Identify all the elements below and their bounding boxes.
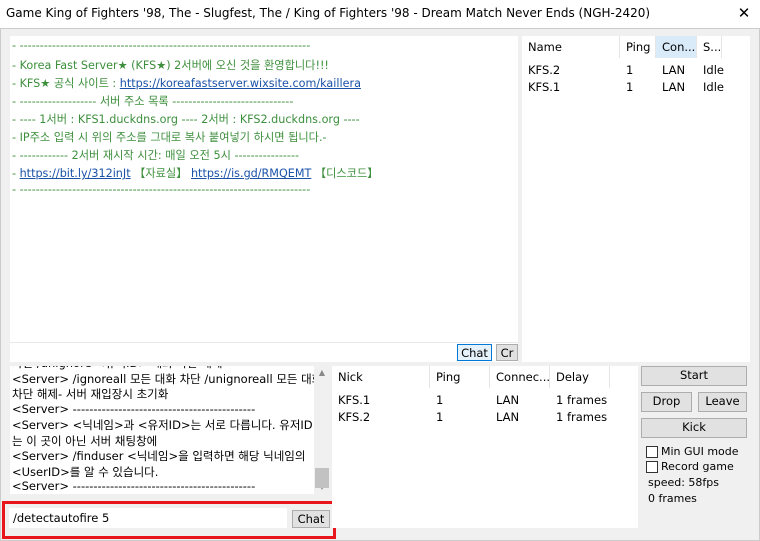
- speed-readout: speed: 58fps: [648, 476, 720, 489]
- server-list[interactable]: Name Ping Con... S... KFS.2 1 LAN Idle KFS.1 1 LAN…: [522, 36, 750, 362]
- frames-readout: 0 frames: [648, 492, 697, 505]
- message-text: - KFS★ 공식 사이트 :: [12, 77, 120, 90]
- record-game-checkbox[interactable]: [646, 461, 658, 473]
- scroll-up-icon[interactable]: ▲: [314, 366, 330, 380]
- server-chat-button[interactable]: Chat: [457, 344, 492, 361]
- message-link[interactable]: https://is.gd/RMQEMT: [191, 167, 311, 180]
- close-icon[interactable]: ✕: [736, 4, 752, 22]
- record-game-label: Record game: [661, 460, 734, 473]
- user-cell: KFS.1: [338, 393, 371, 407]
- message-link[interactable]: https://koreafastserver.wixsite.com/kail…: [120, 77, 361, 90]
- server-cell: 1: [626, 63, 634, 77]
- server-cell: LAN: [662, 80, 686, 94]
- server-message-line: - https://bit.ly/312inJt 【자료실】 https://i…: [12, 165, 378, 181]
- chat-log-line: <Server> -------------------------------…: [12, 401, 256, 416]
- server-column-header[interactable]: Con...: [656, 36, 697, 58]
- min-gui-label: Min GUI mode: [661, 445, 739, 458]
- drop-button[interactable]: Drop: [641, 392, 692, 412]
- server-message-line: - Korea Fast Server★ (KFS★) 2서버에 오신 것을 환…: [12, 57, 329, 73]
- server-message-line: - ------------ 2서버 재시작 시간: 매일 오전 5시 ----…: [12, 147, 299, 163]
- leave-button[interactable]: Leave: [698, 392, 747, 412]
- scrollbar-thumb[interactable]: [315, 468, 329, 488]
- message-text: -: [12, 167, 20, 180]
- server-cell: LAN: [662, 63, 686, 77]
- server-cell: 1: [626, 80, 634, 94]
- chat-log-line: <Server> <닉네임>과 <유저ID>는 서로 다릅니다. 유저ID: [12, 418, 313, 432]
- server-row[interactable]: KFS.1 1 LAN Idle: [522, 80, 750, 97]
- user-column-header[interactable]: Nick: [332, 366, 430, 388]
- message-text: 【디스코드】: [311, 167, 379, 180]
- user-cell: 1: [436, 410, 444, 424]
- message-text: - --------------------------------------…: [12, 183, 311, 196]
- message-link[interactable]: https://bit.ly/312inJt: [20, 167, 131, 180]
- server-column-header[interactable]: Name: [522, 36, 620, 58]
- message-text: - --------------------------------------…: [12, 39, 311, 52]
- user-cell: LAN: [496, 410, 520, 424]
- highlight-box: [2, 501, 336, 539]
- message-text: - ------------------- 서버 주소 목록 ---------…: [12, 95, 294, 108]
- server-message-line: - ------------------- 서버 주소 목록 ---------…: [12, 93, 293, 109]
- server-message-line: - ---- 1서버 : KFS1.duckdns.org ---- 2서버 :…: [12, 111, 360, 127]
- user-cell: LAN: [496, 393, 520, 407]
- server-message-line: - KFS★ 공식 사이트 : https://koreafastserver.…: [12, 75, 361, 91]
- message-text: - Korea Fast Server★ (KFS★) 2서버에 오신 것을 환…: [12, 59, 329, 72]
- window-title: Game King of Fighters '98, The - Slugfes…: [6, 6, 651, 20]
- user-row[interactable]: KFS.2 1 LAN 1 frames: [332, 410, 638, 427]
- server-row[interactable]: KFS.2 1 LAN Idle: [522, 63, 750, 80]
- user-row[interactable]: KFS.1 1 LAN 1 frames: [332, 393, 638, 410]
- server-message-pane: - --------------------------------------…: [10, 36, 518, 342]
- create-game-button[interactable]: Cr: [496, 344, 518, 361]
- user-cell: 1 frames: [556, 393, 608, 407]
- message-text: - IP주소 입력 시 위의 주소를 그대로 복사 붙여넣기 하시면 됩니다.-: [12, 131, 327, 144]
- server-column-header[interactable]: S...: [697, 36, 722, 58]
- user-cell: 1 frames: [556, 410, 608, 424]
- server-message-line: - IP주소 입력 시 위의 주소를 그대로 복사 붙여넣기 하시면 됩니다.-: [12, 129, 327, 145]
- chat-log-line: <UserID>를 알 수 있습니다.: [12, 464, 159, 479]
- chat-log-line: <Server> /ignoreall 모든 대화 차단 /unignoreal…: [12, 371, 323, 386]
- kick-button[interactable]: Kick: [641, 418, 747, 438]
- min-gui-checkbox[interactable]: [646, 446, 658, 458]
- user-column-header[interactable]: Delay: [550, 366, 610, 388]
- server-message-line: - --------------------------------------…: [12, 39, 310, 52]
- server-column-header[interactable]: Ping: [620, 36, 656, 58]
- user-cell: KFS.2: [338, 410, 371, 424]
- server-cell: Idle: [703, 80, 724, 94]
- chat-log: 차단 /unignore <유저ID> 대화 차단 해제<Server> /ig…: [10, 366, 330, 494]
- message-text: 【자료실】: [130, 167, 191, 180]
- chat-log-line: 차단 해제- 서버 재입장시 초기화: [12, 387, 169, 401]
- message-text: - ---- 1서버 : KFS1.duckdns.org ---- 2서버 :…: [12, 113, 360, 126]
- server-cell: KFS.2: [528, 63, 561, 77]
- server-cell: KFS.1: [528, 80, 561, 94]
- start-button[interactable]: Start: [641, 366, 747, 386]
- chat-log-line: <Server> -------------------------------…: [12, 479, 256, 493]
- message-bar: [10, 342, 518, 362]
- server-cell: Idle: [703, 63, 724, 77]
- user-column-header[interactable]: Connec...: [490, 366, 550, 388]
- user-column-header[interactable]: Ping: [430, 366, 490, 388]
- chat-log-line: <Server> /finduser <닉네임>을 입력하면 해당 닉네임의: [12, 449, 306, 463]
- users-list[interactable]: Nick Ping Connec... Delay KFS.1 1 LAN 1 frames K…: [332, 366, 638, 528]
- user-cell: 1: [436, 393, 444, 407]
- message-text: - ------------ 2서버 재시작 시간: 매일 오전 5시 ----…: [12, 149, 300, 162]
- chat-log-line: 는 이 곳이 아닌 서버 채팅창에: [12, 433, 158, 448]
- server-message-line: - --------------------------------------…: [12, 183, 310, 196]
